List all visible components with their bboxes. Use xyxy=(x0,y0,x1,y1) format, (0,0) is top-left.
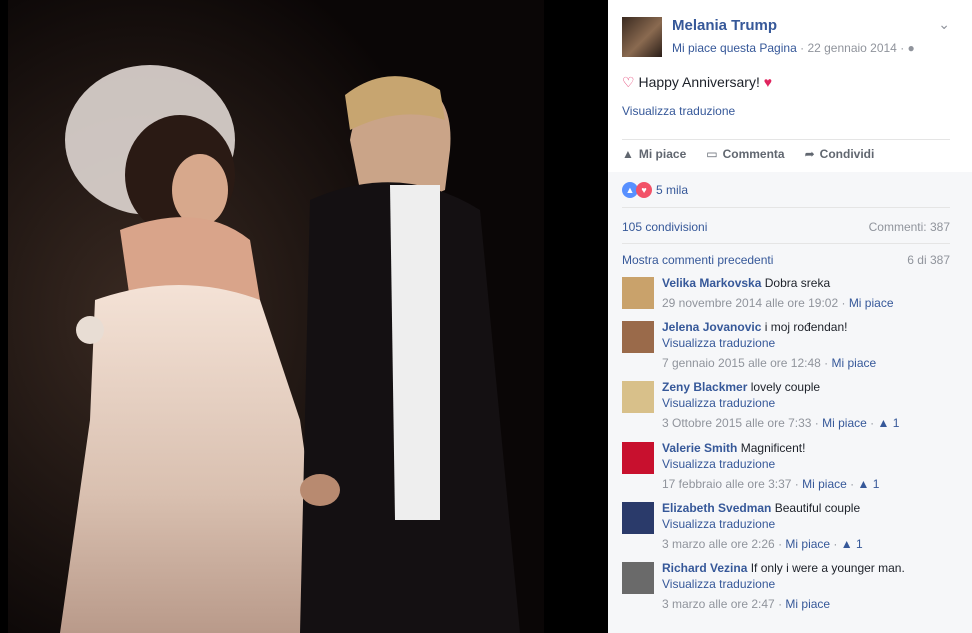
comment-text: If only i were a younger man. xyxy=(750,561,905,575)
comment-translation-link[interactable]: Visualizza traduzione xyxy=(662,576,950,592)
comment-like-link[interactable]: Mi piace xyxy=(785,597,830,611)
post-photo[interactable] xyxy=(0,0,608,633)
like-label: Mi piace xyxy=(638,147,687,161)
comment-like-link[interactable]: Mi piace xyxy=(822,416,867,430)
page-avatar[interactable] xyxy=(622,17,662,57)
comment-author[interactable]: Velika Markovska xyxy=(662,276,761,290)
thumbs-up-icon: ▲ xyxy=(877,416,890,430)
comment-translation-link[interactable]: Visualizza traduzione xyxy=(662,516,950,532)
comment-author[interactable]: Valerie Smith xyxy=(662,441,737,455)
commenter-avatar[interactable] xyxy=(622,502,654,534)
comment-date[interactable]: 7 gennaio 2015 alle ore 12:48 xyxy=(662,356,821,370)
post-text: ♡ Happy Anniversary! ♥ xyxy=(622,74,772,91)
comment-like-count[interactable]: 1 xyxy=(893,416,900,430)
speech-bubble-icon: ▭ xyxy=(706,147,718,161)
heart-emoji-icon: ♡ xyxy=(622,74,635,90)
wedding-photo-illustration xyxy=(0,0,608,633)
comment-like-link[interactable]: Mi piace xyxy=(849,296,894,310)
comment-author[interactable]: Elizabeth Svedman xyxy=(662,501,771,515)
post-actions: ▲ Mi piace ▭ Commenta ➦ Condividi xyxy=(622,147,894,161)
page-name-link[interactable]: Melania Trump xyxy=(672,17,777,34)
comment-date[interactable]: 3 marzo alle ore 2:47 xyxy=(662,597,775,611)
comment-date[interactable]: 3 Ottobre 2015 alle ore 7:33 xyxy=(662,416,811,430)
comment-text: lovely couple xyxy=(750,380,821,394)
comment-text: i moj rođendan! xyxy=(764,320,848,334)
thumbs-up-icon: ▲ xyxy=(840,537,853,551)
comment-text: Magnificent! xyxy=(740,441,806,455)
comment-meta: 29 novembre 2014 alle ore 19:02 · Mi pia… xyxy=(662,296,894,310)
comment-author[interactable]: Richard Vezina xyxy=(662,561,747,575)
comment-meta: 7 gennaio 2015 alle ore 12:48 · Mi piace xyxy=(662,356,877,370)
comment-label: Commenta xyxy=(722,147,785,161)
comments-count[interactable]: Commenti: 387 xyxy=(869,220,950,234)
like-page-link[interactable]: Mi piace questa Pagina xyxy=(672,41,797,55)
commenter-avatar[interactable] xyxy=(622,442,654,474)
comment-author[interactable]: Jelena Jovanovic xyxy=(662,320,761,334)
shares-link[interactable]: 105 condivisioni xyxy=(622,220,707,234)
comment-like-count[interactable]: 1 xyxy=(873,477,880,491)
like-button[interactable]: ▲ Mi piace xyxy=(622,147,686,161)
show-previous-comments-link[interactable]: Mostra commenti precedenti xyxy=(622,253,773,267)
divider xyxy=(622,139,950,140)
share-arrow-icon: ➦ xyxy=(804,147,815,161)
comment-date[interactable]: 17 febbraio alle ore 3:37 xyxy=(662,477,791,491)
comment-meta: 17 febbraio alle ore 3:37 · Mi piace · ▲… xyxy=(662,477,880,491)
reactions-count: 5 mila xyxy=(656,183,689,197)
post-panel: Melania Trump Mi piace questa Pagina · 2… xyxy=(608,0,972,633)
comment-button[interactable]: ▭ Commenta xyxy=(706,147,784,161)
love-reaction-icon: ♥ xyxy=(636,182,652,198)
thumbs-up-icon: ▲ xyxy=(857,477,870,491)
share-label: Condividi xyxy=(819,147,875,161)
comment-like-link[interactable]: Mi piace xyxy=(831,356,876,370)
commenter-avatar[interactable] xyxy=(622,321,654,353)
comment-meta: 3 marzo alle ore 2:47 · Mi piace xyxy=(662,597,831,611)
comment-date[interactable]: 3 marzo alle ore 2:26 xyxy=(662,537,775,551)
globe-icon: ● xyxy=(907,41,915,55)
comment-date[interactable]: 29 novembre 2014 alle ore 19:02 xyxy=(662,296,838,310)
comments-shown-count: 6 di 387 xyxy=(907,253,950,267)
comment-text: Beautiful couple xyxy=(774,501,861,515)
comment-like-count[interactable]: 1 xyxy=(856,537,863,551)
commenter-avatar[interactable] xyxy=(622,277,654,309)
chevron-down-icon[interactable]: ⌄ xyxy=(938,16,950,33)
share-button[interactable]: ➦ Condividi xyxy=(805,147,875,161)
comment-meta: 3 Ottobre 2015 alle ore 7:33 · Mi piace … xyxy=(662,416,900,430)
comment-like-link[interactable]: Mi piace xyxy=(785,537,830,551)
post-message: Happy Anniversary! xyxy=(638,74,760,90)
comment-translation-link[interactable]: Visualizza traduzione xyxy=(662,335,950,351)
commenter-avatar[interactable] xyxy=(622,381,654,413)
meta-dot: · xyxy=(900,41,908,55)
commenter-avatar[interactable] xyxy=(622,562,654,594)
comment-meta: 3 marzo alle ore 2:26 · Mi piace · ▲ 1 xyxy=(662,537,863,551)
thumbs-up-icon: ▲ xyxy=(622,147,634,161)
post-date[interactable]: 22 gennaio 2014 xyxy=(807,41,896,55)
reactions-summary[interactable]: ▲ ♥ 5 mila xyxy=(622,182,688,198)
divider xyxy=(622,243,950,244)
see-translation-link[interactable]: Visualizza traduzione xyxy=(622,104,735,118)
comment-translation-link[interactable]: Visualizza traduzione xyxy=(662,395,950,411)
divider xyxy=(622,207,950,208)
comment-like-link[interactable]: Mi piace xyxy=(802,477,847,491)
post-meta: Mi piace questa Pagina · 22 gennaio 2014… xyxy=(672,41,915,55)
comment-translation-link[interactable]: Visualizza traduzione xyxy=(662,456,950,472)
kiss-emoji-icon: ♥ xyxy=(763,74,773,90)
comment-text: Dobra sreka xyxy=(764,276,831,290)
comment-author[interactable]: Zeny Blackmer xyxy=(662,380,747,394)
